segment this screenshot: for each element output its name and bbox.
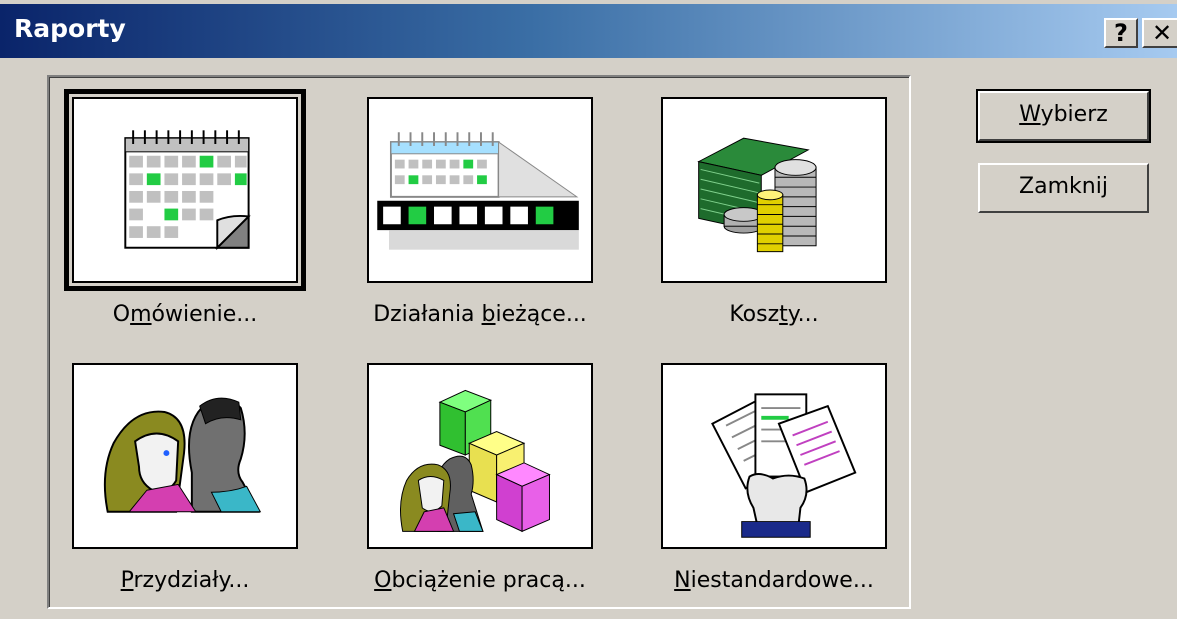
close-icon: ✕: [1151, 19, 1173, 47]
report-label-costs[interactable]: Koszty...: [629, 302, 919, 327]
report-tile-custom[interactable]: [661, 363, 887, 549]
report-tile-overview[interactable]: [64, 89, 306, 291]
report-tile-current-activities[interactable]: [367, 97, 593, 283]
report-tile-workload[interactable]: [367, 363, 593, 549]
window-title: Raporty: [14, 14, 126, 43]
title-bar: Raporty ? ✕: [0, 4, 1177, 58]
workload-blocks-icon: [400, 389, 551, 533]
calendar-month-icon: [124, 130, 251, 251]
close-window-button[interactable]: ✕: [1142, 18, 1177, 48]
help-icon: ?: [1114, 19, 1128, 47]
report-label-assignments[interactable]: Przydziały...: [40, 568, 330, 593]
people-icon: [103, 397, 262, 513]
money-coins-icon: [697, 137, 817, 253]
custom-report-hand-icon: [711, 393, 857, 538]
close-button[interactable]: Zamknij: [978, 163, 1149, 213]
calendar-timeline-icon: [377, 132, 579, 250]
report-label-workload[interactable]: Obciążenie pracą...: [335, 568, 625, 593]
report-label-current-activities[interactable]: Działania bieżące...: [335, 302, 625, 327]
report-label-overview[interactable]: Omówienie...: [40, 302, 330, 327]
report-tile-assignments[interactable]: [72, 363, 298, 549]
report-tile-costs[interactable]: [661, 97, 887, 283]
report-label-custom[interactable]: Niestandardowe...: [629, 568, 919, 593]
help-button[interactable]: ?: [1104, 18, 1138, 48]
select-button[interactable]: Wybierz: [976, 89, 1151, 143]
